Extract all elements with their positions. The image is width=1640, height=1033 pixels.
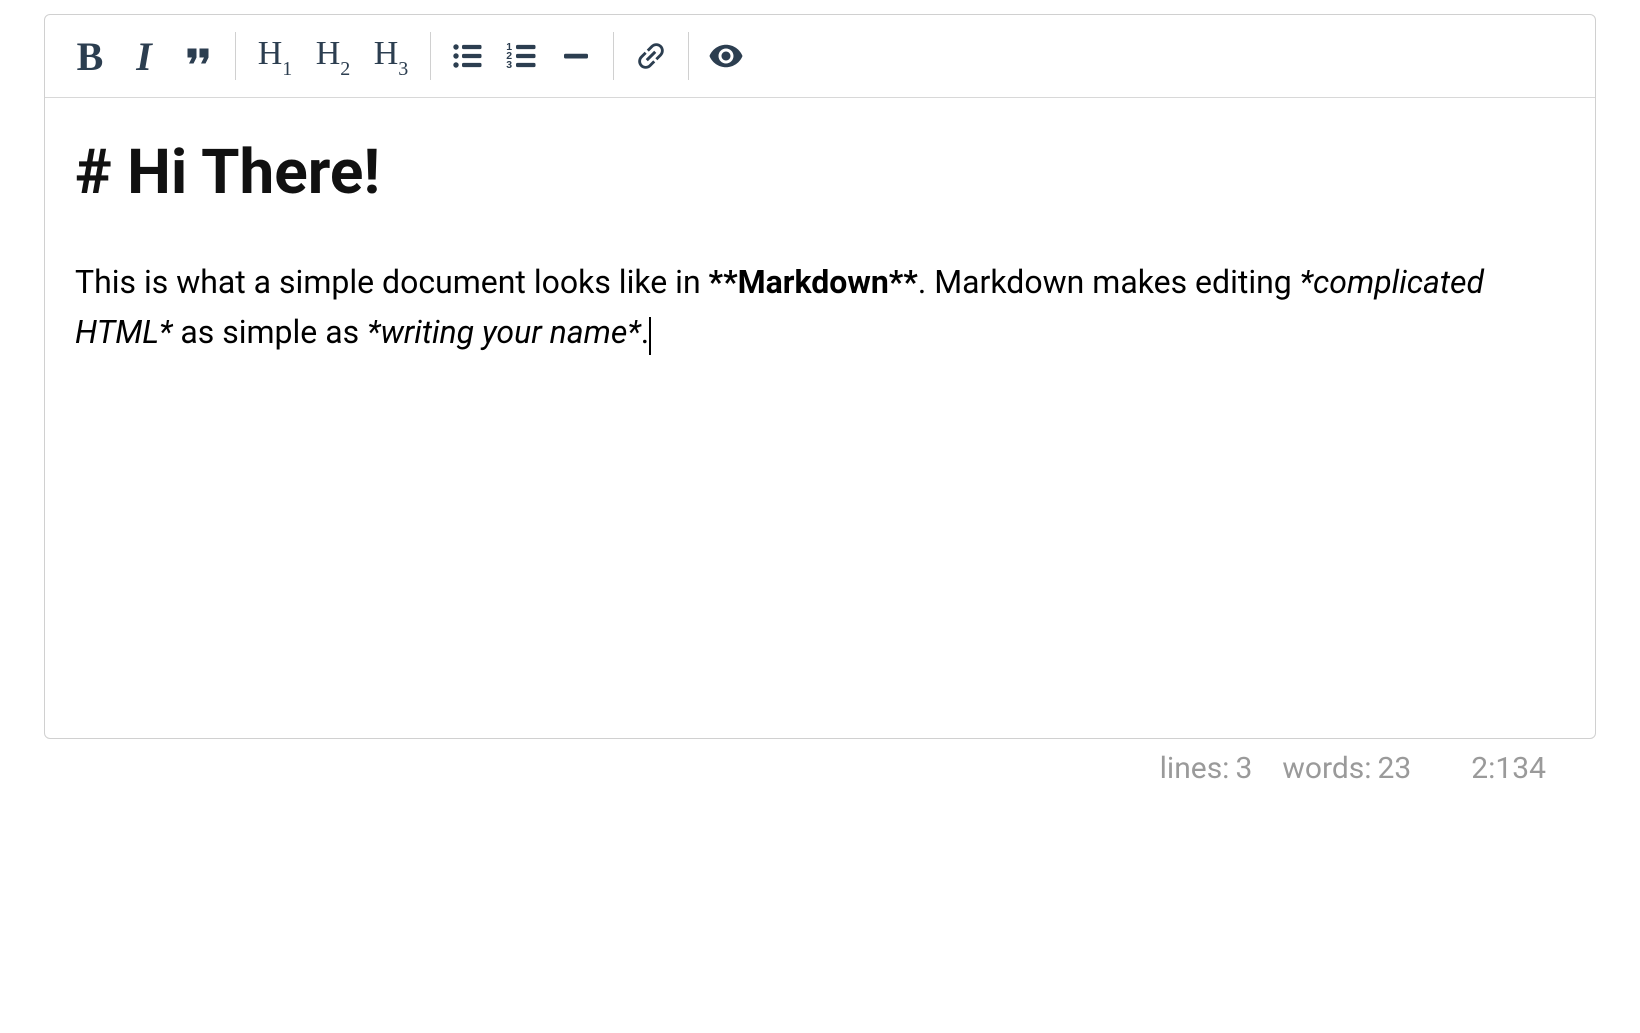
text-cursor	[649, 317, 651, 355]
status-bar: lines: 3 words: 23 2:134	[44, 739, 1596, 786]
quote-icon	[180, 38, 216, 74]
bold-button[interactable]: B	[63, 27, 117, 85]
words-value: 23	[1378, 751, 1412, 786]
cursor-position: 2:134	[1471, 751, 1546, 786]
svg-text:3: 3	[506, 59, 512, 71]
heading2-button[interactable]: H2	[304, 27, 362, 85]
toolbar-separator	[235, 32, 236, 80]
lines-value: 3	[1235, 751, 1252, 786]
unordered-list-button[interactable]	[441, 27, 495, 85]
editor-toolbar: B I H1 H2 H3	[45, 15, 1595, 98]
minus-icon	[558, 38, 594, 74]
words-count: words: 23	[1282, 751, 1411, 786]
ordered-list-button[interactable]: 1 2 3	[495, 27, 549, 85]
bold-text-span: **Markdown**	[709, 263, 918, 301]
toolbar-separator	[613, 32, 614, 80]
editor-textarea[interactable]: # Hi There! This is what a simple docume…	[45, 98, 1595, 738]
numbered-list-icon: 1 2 3	[504, 38, 540, 74]
italic-button[interactable]: I	[117, 27, 171, 85]
bullet-list-icon	[450, 38, 486, 74]
lines-count: lines: 3	[1160, 751, 1253, 786]
text-span: as simple as	[172, 313, 367, 351]
italic-text-span: *writing your name*	[367, 313, 641, 351]
link-button[interactable]	[624, 27, 678, 85]
blockquote-button[interactable]	[171, 27, 225, 85]
heading1-icon: H1	[258, 35, 293, 78]
bold-icon: B	[77, 33, 104, 80]
eye-icon	[708, 38, 744, 74]
preview-button[interactable]	[699, 27, 753, 85]
link-icon	[633, 38, 669, 74]
horizontal-rule-button[interactable]	[549, 27, 603, 85]
lines-label: lines:	[1160, 751, 1230, 786]
toolbar-separator	[688, 32, 689, 80]
editor-heading-line: # Hi There!	[75, 136, 1565, 210]
text-span: This is what a simple document looks lik…	[75, 263, 709, 301]
heading2-icon: H2	[316, 35, 351, 78]
heading3-icon: H3	[374, 35, 409, 78]
heading1-button[interactable]: H1	[246, 27, 304, 85]
text-span: . Markdown makes editing	[918, 263, 1300, 301]
italic-icon: I	[136, 33, 152, 80]
text-span: .	[641, 313, 649, 351]
heading3-button[interactable]: H3	[362, 27, 420, 85]
editor-container: B I H1 H2 H3	[44, 14, 1596, 739]
toolbar-separator	[430, 32, 431, 80]
editor-paragraph-line: This is what a simple document looks lik…	[75, 258, 1565, 357]
words-label: words:	[1282, 751, 1371, 786]
